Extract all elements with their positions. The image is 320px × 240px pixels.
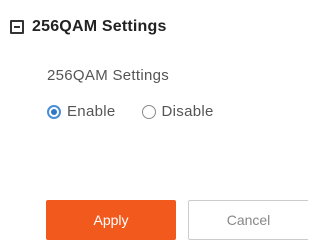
collapse-minus-icon[interactable] <box>10 20 24 34</box>
disable-label: Disable <box>161 103 214 120</box>
section-header[interactable]: 256QAM Settings <box>10 14 167 40</box>
cancel-button[interactable]: Cancel <box>188 200 308 240</box>
section-title: 256QAM Settings <box>32 18 167 35</box>
qam-radio-group: Enable Disable <box>47 103 214 120</box>
enable-label: Enable <box>67 103 116 120</box>
field-label: 256QAM Settings <box>47 67 170 84</box>
enable-radio[interactable] <box>47 104 61 119</box>
disable-radio[interactable] <box>141 104 156 119</box>
disable-option[interactable]: Disable <box>141 103 214 120</box>
apply-button[interactable]: Apply <box>46 200 176 240</box>
enable-option[interactable]: Enable <box>47 103 116 120</box>
settings-panel: 256QAM Settings 256QAM Settings Enable D… <box>0 0 308 240</box>
